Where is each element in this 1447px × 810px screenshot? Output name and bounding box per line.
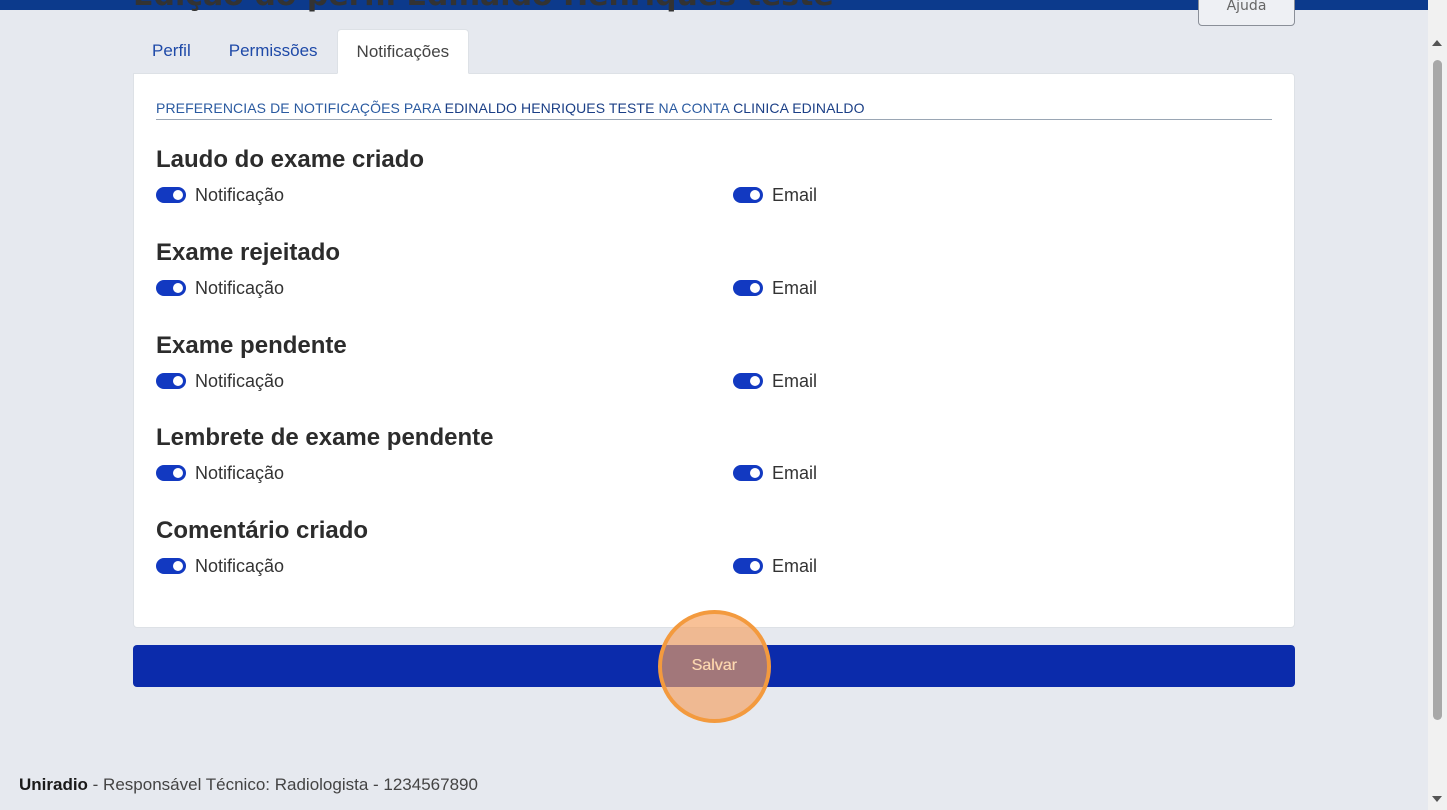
notification-label: Notificação [195, 555, 285, 576]
section-laudo-criado: Laudo do exame criado Notificação Email [156, 144, 1272, 210]
notification-label: Notificação [195, 184, 285, 205]
toggle-switch[interactable] [156, 558, 186, 574]
section-exame-pendente: Exame pendente Notificação Email [156, 330, 1272, 396]
email-toggle[interactable]: Email [733, 458, 817, 488]
notification-toggle[interactable]: Notificação [156, 273, 284, 303]
section-title: Exame pendente [156, 332, 347, 359]
email-label: Email [772, 555, 818, 576]
footer-brand: Uniradio [19, 775, 88, 794]
toggle-switch[interactable] [733, 187, 763, 203]
email-label: Email [772, 370, 818, 391]
notification-toggle[interactable]: Notificação [156, 458, 284, 488]
section-title: Exame rejeitado [156, 239, 341, 266]
toggle-switch[interactable] [733, 280, 763, 296]
section-exame-rejeitado: Exame rejeitado Notificação Email [156, 237, 1272, 303]
email-label: Email [772, 184, 818, 205]
notification-toggle[interactable]: Notificação [156, 366, 284, 396]
scroll-up-icon[interactable] [1432, 40, 1442, 46]
notification-toggle[interactable]: Notificação [156, 180, 284, 210]
help-button[interactable]: Ajuda [1198, 0, 1295, 26]
toggle-switch[interactable] [156, 465, 186, 481]
tab-permissoes[interactable]: Permissões [210, 29, 337, 74]
tab-bar: Perfil Permissões Notificações [133, 29, 470, 74]
toggle-switch[interactable] [156, 187, 186, 203]
email-label: Email [772, 277, 818, 298]
notification-toggle[interactable]: Notificação [156, 551, 284, 581]
toggle-switch[interactable] [156, 280, 186, 296]
preferences-header-middle: NA CONTA [658, 100, 730, 116]
section-title: Laudo do exame criado [156, 146, 425, 173]
notifications-panel: PREFERENCIAS DE NOTIFICAÇÕES PARA EDINAL… [133, 73, 1295, 628]
toggle-switch[interactable] [733, 558, 763, 574]
scroll-down-icon[interactable] [1432, 796, 1442, 802]
scroll-thumb[interactable] [1433, 60, 1442, 720]
notification-label: Notificação [195, 370, 285, 391]
email-toggle[interactable]: Email [733, 180, 817, 210]
save-button[interactable]: Salvar [133, 645, 1295, 687]
toggle-switch[interactable] [733, 465, 763, 481]
preferences-header: PREFERENCIAS DE NOTIFICAÇÕES PARA EDINAL… [156, 100, 1272, 120]
section-title: Comentário criado [156, 517, 369, 544]
toggle-switch[interactable] [733, 373, 763, 389]
page-title: Edição do perfil Edinaldo Henriques test… [133, 0, 834, 13]
footer: Uniradio - Responsável Técnico: Radiolog… [19, 775, 478, 795]
toggle-switch[interactable] [156, 373, 186, 389]
tab-notificacoes[interactable]: Notificações [336, 29, 470, 74]
email-toggle[interactable]: Email [733, 273, 817, 303]
section-comentario-criado: Comentário criado Notificação Email [156, 515, 1272, 581]
scrollbar[interactable] [1428, 0, 1447, 810]
notification-label: Notificação [195, 462, 285, 483]
preferences-header-account: CLINICA EDINALDO [733, 100, 865, 116]
email-toggle[interactable]: Email [733, 551, 817, 581]
preferences-header-prefix: PREFERENCIAS DE NOTIFICAÇÕES PARA [156, 100, 441, 116]
footer-text: - Responsável Técnico: Radiologista - 12… [87, 775, 478, 794]
email-toggle[interactable]: Email [733, 366, 817, 396]
section-lembrete-pendente: Lembrete de exame pendente Notificação E… [156, 422, 1272, 488]
section-title: Lembrete de exame pendente [156, 424, 494, 451]
preferences-header-user: EDINALDO HENRIQUES TESTE [444, 100, 655, 116]
notification-label: Notificação [195, 277, 285, 298]
email-label: Email [772, 462, 818, 483]
tab-perfil[interactable]: Perfil [133, 29, 210, 74]
